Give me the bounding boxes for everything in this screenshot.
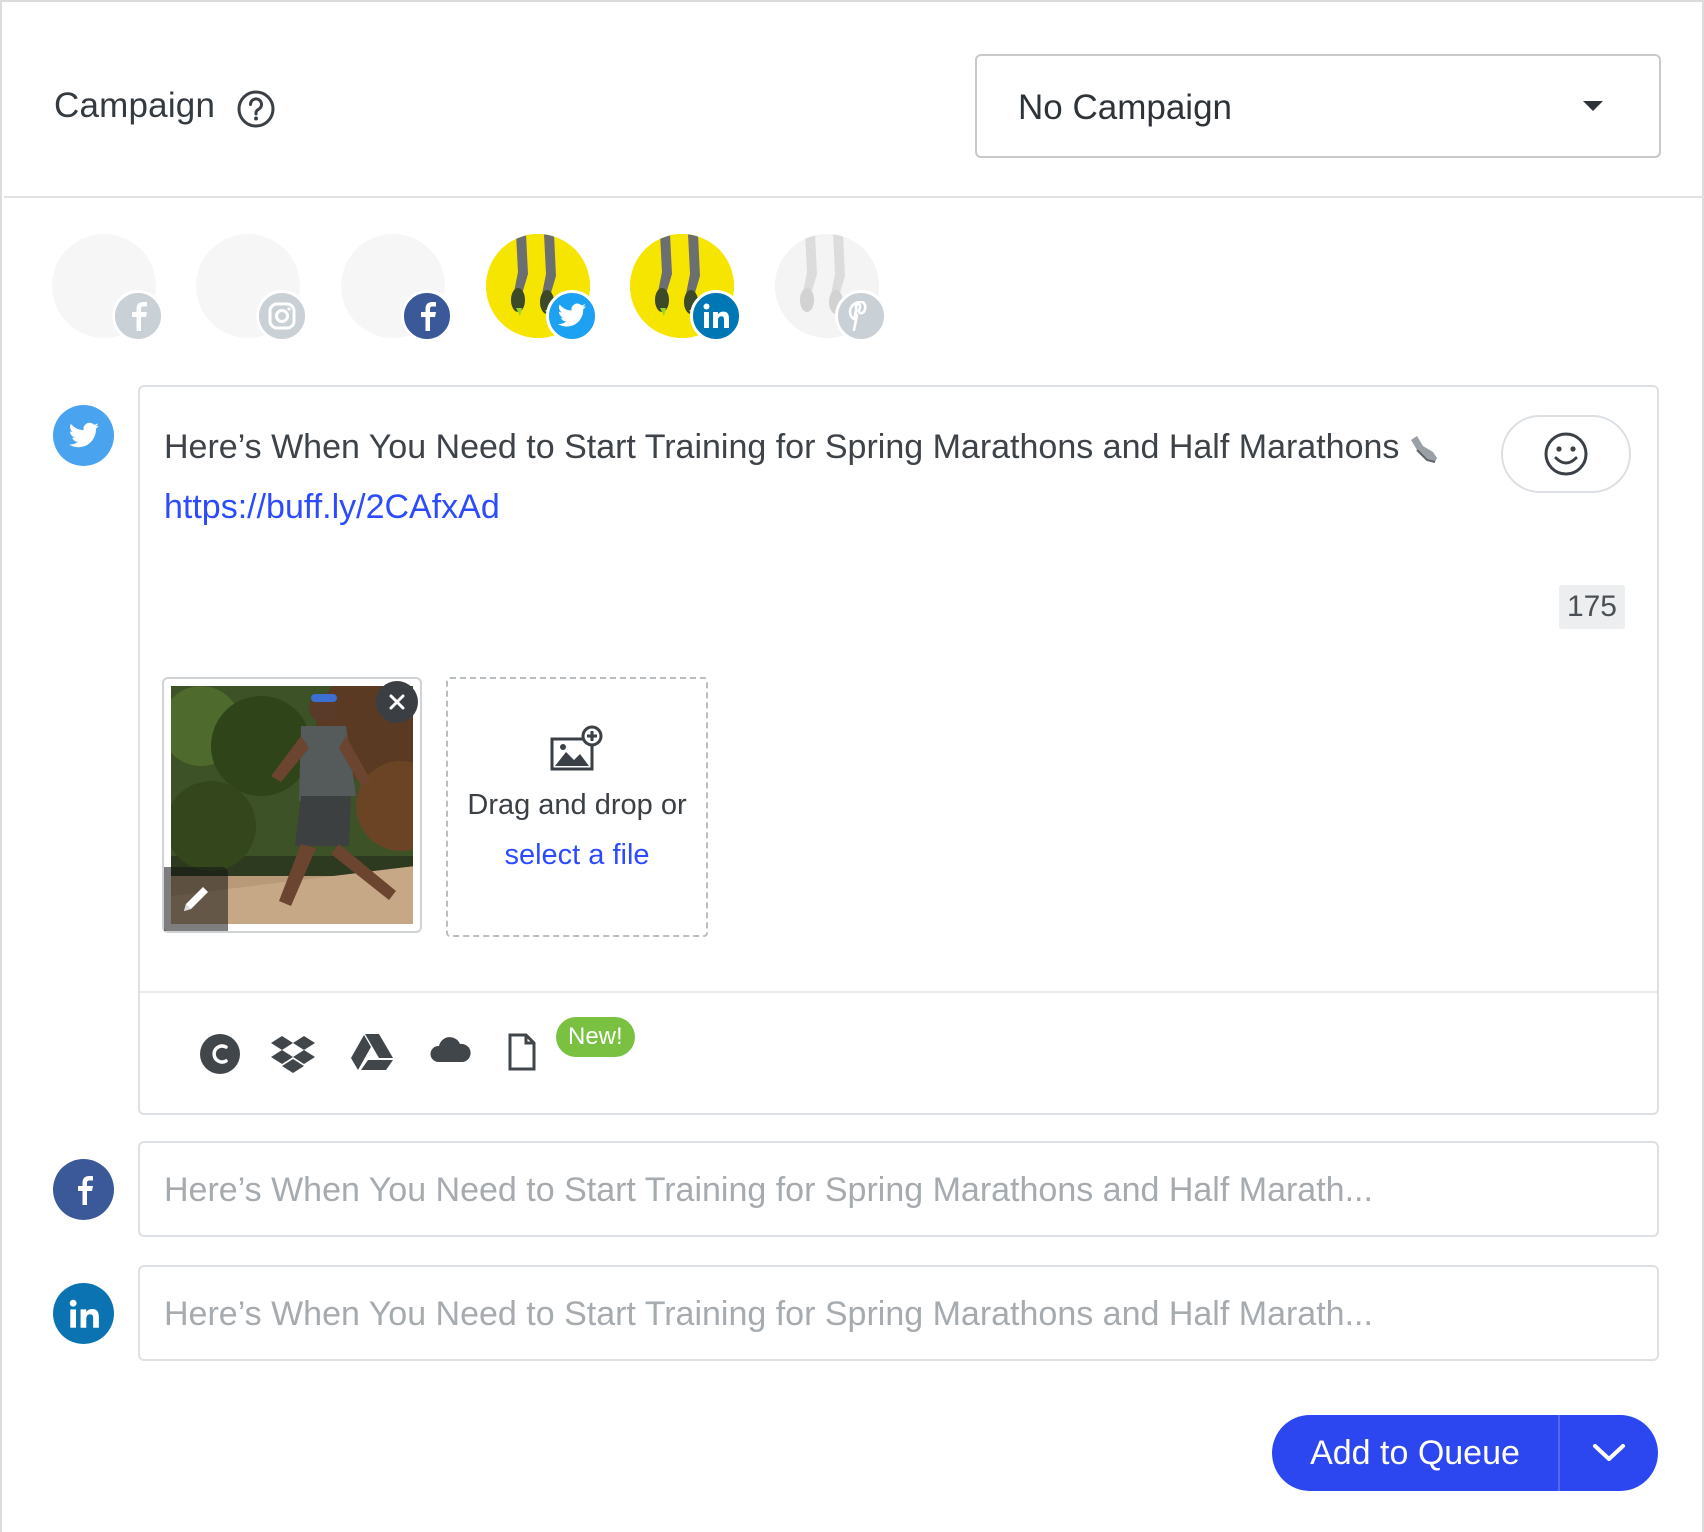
composer-divider — [140, 991, 1657, 993]
profile-avatar-facebook-2[interactable] — [341, 234, 453, 342]
media-dropzone[interactable]: Drag and drop or select a file — [446, 677, 708, 937]
remove-media-button[interactable] — [376, 681, 418, 723]
add-to-queue-split-button: Add to Queue — [1272, 1415, 1658, 1491]
google-drive-icon[interactable] — [350, 1032, 394, 1072]
profile-avatar-twitter[interactable] — [486, 234, 598, 342]
linkedin-post-preview: Here’s When You Need to Start Training f… — [164, 1295, 1373, 1333]
post-link[interactable]: https://buff.ly/2CAfxAd — [164, 477, 1464, 537]
file-icon[interactable] — [506, 1032, 538, 1072]
instagram-badge-icon — [256, 290, 308, 342]
twitter-icon — [53, 405, 114, 466]
post-text: Here’s When You Need to Start Training f… — [164, 428, 1400, 466]
add-image-icon — [550, 725, 603, 771]
profile-avatar-linkedin[interactable] — [630, 234, 742, 342]
twitter-composer[interactable]: Here’s When You Need to Start Training f… — [138, 385, 1659, 1115]
help-icon[interactable] — [236, 89, 276, 129]
campaign-select[interactable]: No Campaign — [975, 54, 1661, 158]
chevron-down-icon — [1593, 1444, 1625, 1461]
queue-options-button[interactable] — [1560, 1415, 1658, 1491]
facebook-badge-icon — [112, 290, 164, 342]
profile-avatar-pinterest[interactable] — [775, 234, 887, 342]
running-shoe-icon — [1411, 436, 1438, 463]
dropbox-icon[interactable] — [270, 1032, 316, 1076]
canva-icon[interactable] — [198, 1032, 242, 1076]
media-thumbnail[interactable] — [162, 677, 422, 933]
add-to-queue-button[interactable]: Add to Queue — [1272, 1415, 1560, 1491]
facebook-post-preview: Here’s When You Need to Start Training f… — [164, 1171, 1373, 1209]
smiley-icon — [1544, 432, 1588, 476]
dropzone-text: Drag and drop or — [467, 789, 687, 821]
new-badge: New! — [556, 1017, 635, 1057]
campaign-label: Campaign — [54, 86, 216, 125]
select-file-link[interactable]: select a file — [448, 839, 706, 872]
linkedin-post-field[interactable]: Here’s When You Need to Start Training f… — [138, 1265, 1659, 1361]
character-count: 175 — [1558, 585, 1625, 629]
composer-panel: Campaign No Campaign Here’s When You Nee… — [0, 0, 1704, 1532]
facebook-badge-icon — [401, 290, 453, 342]
close-icon — [389, 694, 405, 710]
campaign-select-value: No Campaign — [1018, 88, 1232, 127]
emoji-button[interactable] — [1501, 415, 1631, 493]
facebook-post-field[interactable]: Here’s When You Need to Start Training f… — [138, 1141, 1659, 1237]
linkedin-badge-icon — [690, 290, 742, 342]
profile-avatar-instagram[interactable] — [196, 234, 308, 342]
pinterest-badge-icon — [835, 290, 887, 342]
facebook-icon — [53, 1159, 114, 1220]
onedrive-cloud-icon[interactable] — [428, 1032, 472, 1068]
twitter-badge-icon — [546, 290, 598, 342]
pencil-icon — [184, 887, 208, 911]
edit-media-button[interactable] — [164, 867, 228, 931]
chevron-down-icon — [1583, 101, 1603, 111]
post-text-editor[interactable]: Here’s When You Need to Start Training f… — [164, 417, 1464, 537]
linkedin-icon — [53, 1283, 114, 1344]
campaign-row: Campaign No Campaign — [4, 4, 1704, 198]
profile-avatar-facebook-1[interactable] — [52, 234, 164, 342]
